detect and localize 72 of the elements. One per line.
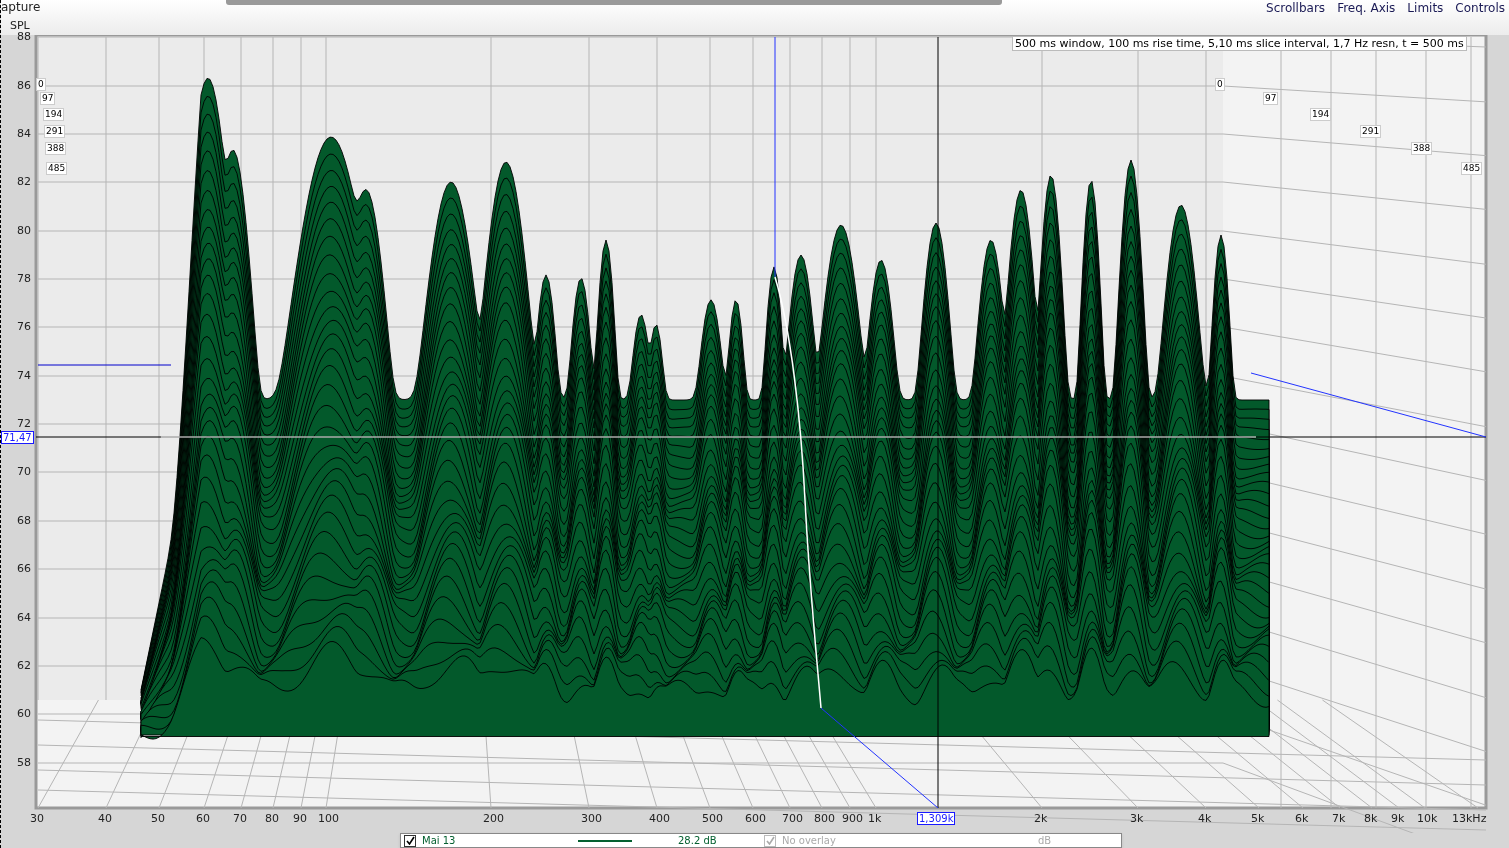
x-tick-label: 3k — [1130, 813, 1144, 825]
x-tick-label: 13kHz — [1452, 813, 1487, 825]
x-tick-label: 900 — [842, 813, 863, 825]
time-label: 388 — [1411, 142, 1433, 155]
y-tick-label: 68 — [17, 515, 31, 527]
time-label: 0 — [1215, 78, 1225, 91]
x-tick-label: 800 — [814, 813, 835, 825]
trace-name: No overlay — [782, 834, 837, 847]
time-label: 485 — [1461, 162, 1483, 175]
y-tick-label: 82 — [17, 176, 31, 188]
y-tick-label: 74 — [17, 370, 31, 382]
x-tick-label: 400 — [649, 813, 670, 825]
menu-link[interactable]: Controls — [1455, 0, 1505, 16]
menu-link[interactable]: Scrollbars — [1266, 0, 1326, 16]
time-label: 194 — [1310, 108, 1332, 121]
x-tick-label: 5k — [1251, 813, 1265, 825]
y-tick-label: 88 — [17, 31, 31, 43]
plot-info: 500 ms window, 100 ms rise time, 5,10 ms slice interval, 1,7 Hz resn, t = 500 ms — [1012, 36, 1467, 51]
y-tick-label: 76 — [17, 321, 31, 333]
y-tick-label: 66 — [17, 563, 31, 575]
x-tick-label: 70 — [233, 813, 247, 825]
x-tick-label: 2k — [1034, 813, 1048, 825]
x-tick-label: 6k — [1295, 813, 1309, 825]
x-tick-label: 700 — [782, 813, 803, 825]
checkbox[interactable] — [404, 834, 416, 847]
time-label: 97 — [40, 92, 56, 105]
x-tick-label: 4k — [1198, 813, 1212, 825]
time-label: 97 — [1263, 92, 1279, 105]
x-tick-label: 1k — [868, 813, 882, 825]
x-tick-label: 100 — [318, 813, 339, 825]
y-tick-label: 72 — [17, 418, 31, 430]
time-label: 194 — [43, 108, 65, 121]
menu-link[interactable]: Freq. Axis — [1337, 0, 1396, 16]
x-tick-label: 200 — [483, 813, 504, 825]
check-icon — [765, 836, 775, 845]
x-tick-label: 300 — [581, 813, 602, 825]
x-tick-label: 90 — [293, 813, 307, 825]
y-tick-label: 78 — [17, 273, 31, 285]
time-label: 291 — [1360, 125, 1382, 138]
check-icon — [405, 836, 415, 845]
x-tick-label: 10k — [1417, 813, 1438, 825]
trace-line-icon — [578, 839, 632, 842]
y-tick-label: 80 — [17, 225, 31, 237]
x-tick-label: 9k — [1391, 813, 1405, 825]
x-tick-label: 60 — [196, 813, 210, 825]
time-label: 485 — [46, 162, 68, 175]
x-tick-label: 30 — [30, 813, 44, 825]
trace-value: 28.2 dB — [678, 834, 717, 847]
x-tick-label: 80 — [265, 813, 279, 825]
y-tick-label: 70 — [17, 466, 31, 478]
x-tick-label: 40 — [98, 813, 112, 825]
x-tick-label: 500 — [702, 813, 723, 825]
y-tick-label: 58 — [17, 757, 31, 769]
x-tick-label: 600 — [745, 813, 766, 825]
trace-name: Mai 13 — [422, 834, 457, 847]
time-label: 388 — [45, 142, 67, 155]
x-tick-label: 7k — [1332, 813, 1346, 825]
y-tick-label: 62 — [17, 660, 31, 672]
cursor-readout: 71,47 — [1, 431, 34, 444]
cursor-readout: 1,309k — [917, 812, 956, 825]
y-tick-label: 60 — [17, 708, 31, 720]
window-title: apture — [1, 0, 41, 14]
menu-link[interactable]: Limits — [1407, 0, 1444, 16]
y-tick-label: 86 — [17, 80, 31, 92]
time-label: 0 — [36, 78, 46, 91]
trace-value: dB — [1038, 834, 1052, 847]
y-tick-label: 64 — [17, 612, 31, 624]
y-tick-label: 84 — [17, 128, 31, 140]
x-tick-label: 8k — [1364, 813, 1378, 825]
x-tick-label: 50 — [151, 813, 165, 825]
time-label: 291 — [44, 125, 66, 138]
axis-title: SPL — [10, 19, 30, 32]
